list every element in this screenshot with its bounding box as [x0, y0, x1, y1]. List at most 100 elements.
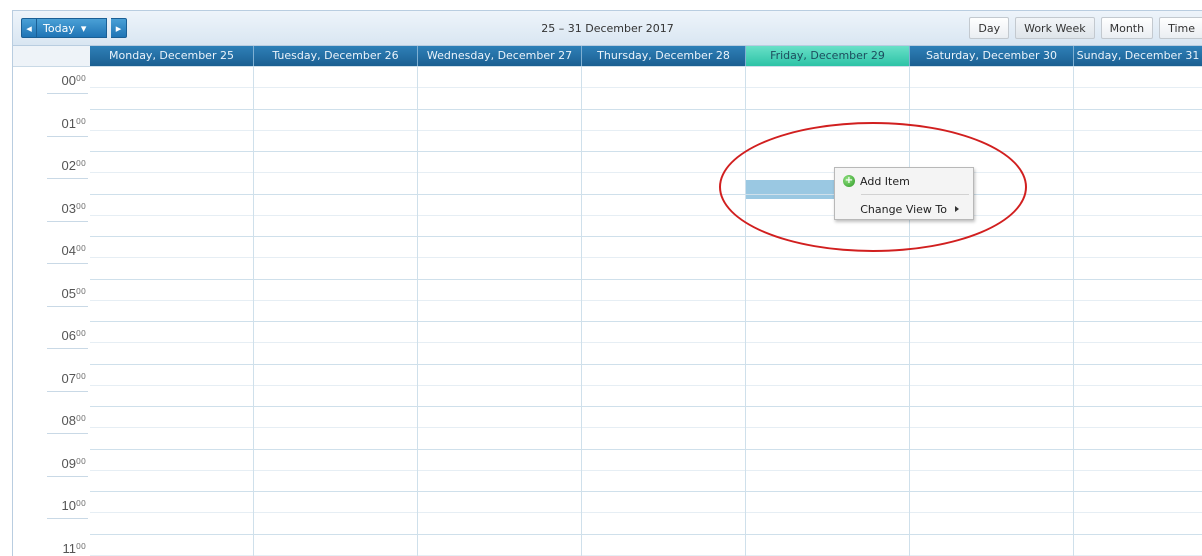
hour-label: 05 00 — [13, 279, 90, 321]
hour-gridline — [90, 193, 1202, 195]
hour-number: 03 — [61, 200, 76, 216]
half-hour-gridline — [90, 172, 1202, 174]
hour-gridline — [90, 108, 1202, 110]
hour-label: 04 00 — [13, 236, 90, 278]
hour-gridline — [90, 448, 1202, 450]
menu-separator — [861, 194, 969, 195]
day-header: Thursday, December 28 — [582, 46, 746, 66]
day-column-divider — [745, 66, 746, 556]
hour-label: 09 00 — [13, 449, 90, 491]
hour-label: 00 00 — [13, 66, 90, 108]
hour-number: 07 — [61, 370, 76, 386]
minute-label: 00 — [75, 414, 86, 423]
day-header: Friday, December 29 — [746, 46, 910, 66]
hour-number: 09 — [61, 455, 76, 471]
hour-gridline — [90, 363, 1202, 365]
hour-number: 00 — [61, 73, 76, 88]
day-column-divider — [253, 66, 254, 556]
hour-underline — [47, 390, 88, 392]
week-calendar: Monday, December 25 Tuesday, December 26 W… — [12, 46, 1202, 556]
minute-label: 00 — [75, 499, 86, 508]
half-hour-gridline — [90, 384, 1202, 386]
half-hour-gridline — [90, 512, 1202, 514]
minute-label: 00 — [75, 371, 86, 381]
day-header: Tuesday, December 26 — [254, 46, 418, 66]
minute-label: 00 — [75, 244, 86, 253]
hour-underline — [47, 93, 88, 94]
hour-label: 01 00 — [13, 109, 90, 151]
day-headers: Monday, December 25 Tuesday, December 26 W… — [90, 46, 1202, 66]
change-view-menu-item[interactable]: Change View To — [835, 197, 973, 221]
hour-underline — [47, 305, 88, 307]
day-column-divider — [581, 66, 582, 556]
hour-underline — [47, 475, 88, 477]
hour-number: 01 — [61, 115, 76, 131]
time-column: 00 00 01 00 02 00 03 00 04 00 05 00 06 00 07 00 08 00 09 00… — [13, 66, 90, 556]
hour-label: 03 00 — [13, 194, 90, 236]
hour-underline — [47, 220, 88, 222]
hour-number: 10 — [61, 498, 76, 513]
minute-label: 00 — [75, 74, 86, 83]
hour-number: 05 — [61, 285, 76, 301]
add-item-label: Add Item — [860, 174, 910, 188]
view-button-work-week[interactable]: Work Week — [1015, 17, 1095, 39]
hour-label: 11 00 — [13, 534, 90, 556]
day-header: Saturday, December 30 — [910, 46, 1074, 66]
hour-label: 08 00 — [13, 406, 90, 448]
half-hour-gridline — [90, 214, 1202, 216]
hour-underline — [47, 518, 88, 519]
hour-gridline — [90, 533, 1202, 535]
hour-number: 08 — [61, 413, 76, 428]
hour-number: 06 — [61, 328, 76, 343]
half-hour-gridline — [90, 299, 1202, 301]
half-hour-gridline — [90, 257, 1202, 259]
hour-underline — [47, 263, 88, 264]
minute-label: 00 — [75, 159, 86, 168]
hour-gridline — [90, 66, 1202, 67]
day-column-divider — [417, 66, 418, 556]
context-menu: + Add Item Change View To — [834, 167, 974, 220]
half-hour-gridline — [90, 469, 1202, 471]
minute-label: 00 — [75, 329, 86, 338]
view-button-time[interactable]: Time — [1159, 17, 1202, 39]
hour-number: 11 — [62, 540, 77, 556]
day-column-divider — [1073, 66, 1074, 556]
header-corner — [13, 46, 90, 67]
half-hour-gridline — [90, 342, 1202, 344]
hour-gridline — [90, 406, 1202, 407]
minute-label: 00 — [75, 201, 86, 211]
minute-label: 00 — [75, 456, 86, 466]
hour-number: 02 — [61, 158, 76, 173]
view-switcher: Day Work Week Month Time — [969, 17, 1202, 39]
day-header: Wednesday, December 27 — [418, 46, 582, 66]
hour-label: 07 00 — [13, 364, 90, 406]
hour-label: 06 00 — [13, 321, 90, 363]
hour-label: 10 00 — [13, 491, 90, 533]
hour-underline — [47, 433, 88, 434]
minute-label: 00 — [75, 116, 86, 126]
day-header: Sunday, December 31 — [1074, 46, 1202, 66]
hour-underline — [47, 135, 88, 137]
hour-gridline — [90, 151, 1202, 152]
change-view-label: Change View To — [860, 202, 947, 216]
time-slot-grid[interactable] — [90, 66, 1202, 556]
half-hour-gridline — [90, 129, 1202, 131]
hour-underline — [47, 348, 88, 349]
half-hour-gridline — [90, 427, 1202, 429]
view-button-month[interactable]: Month — [1100, 17, 1154, 39]
submenu-arrow-icon — [955, 206, 959, 212]
scheduler-toolbar: ◂ Today ▾ ▸ 25 – 31 December 2017 Day Wor… — [12, 10, 1202, 46]
day-header: Monday, December 25 — [90, 46, 254, 66]
view-button-day[interactable]: Day — [969, 17, 1010, 39]
add-item-menu-item[interactable]: + Add Item — [835, 169, 973, 193]
hour-gridline — [90, 491, 1202, 492]
hour-gridline — [90, 278, 1202, 280]
hour-gridline — [90, 321, 1202, 322]
half-hour-gridline — [90, 87, 1202, 89]
day-column-divider — [909, 66, 910, 556]
hour-number: 04 — [61, 243, 76, 258]
hour-gridline — [90, 236, 1202, 237]
minute-label: 00 — [75, 541, 86, 551]
add-plus-icon: + — [843, 175, 855, 187]
hour-label: 02 00 — [13, 151, 90, 193]
